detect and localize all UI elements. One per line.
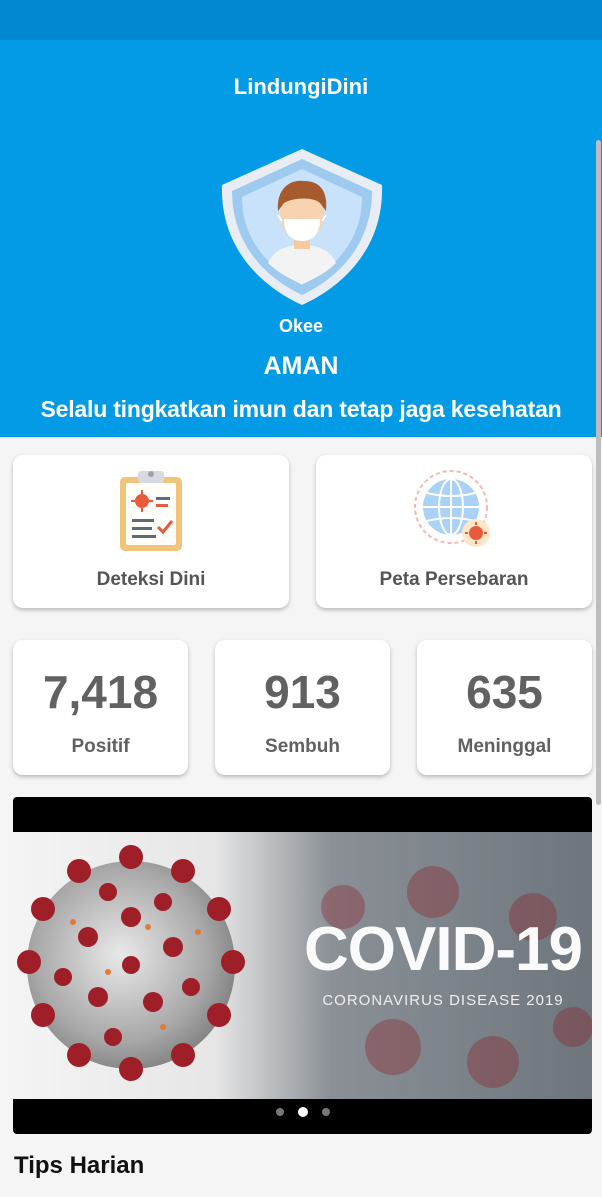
carousel-dot-active[interactable] xyxy=(297,1107,308,1117)
clipboard-virus-icon xyxy=(106,465,196,555)
stat-value: 7,418 xyxy=(42,666,159,718)
banner-subtitle: CORONAVIRUS DISEASE 2019 xyxy=(322,992,564,1009)
health-status: AMAN xyxy=(263,352,339,380)
stat-label: Sembuh xyxy=(265,736,340,757)
stat-label: Meninggal xyxy=(457,736,552,757)
stat-card-sembuh: 913 Sembuh xyxy=(215,640,390,775)
health-message: Selalu tingkatkan imun dan tetap jaga ke… xyxy=(40,396,562,422)
shield-avatar-icon xyxy=(216,145,388,307)
banner-title: COVID-19 xyxy=(304,915,583,984)
menu-label: Deteksi Dini xyxy=(96,569,206,590)
menu-label: Peta Persebaran xyxy=(379,569,529,590)
news-banner-carousel[interactable]: COVID-19 CORONAVIRUS DISEASE 2019 xyxy=(13,797,592,1134)
user-name: Okee xyxy=(278,316,324,336)
app-title: LindungiDini xyxy=(233,74,369,99)
carousel-dot[interactable] xyxy=(321,1108,330,1116)
globe-virus-icon xyxy=(409,465,499,555)
carousel-dot[interactable] xyxy=(275,1108,284,1116)
stat-label: Positif xyxy=(71,736,130,757)
peta-persebaran-button[interactable]: Peta Persebaran xyxy=(316,455,592,608)
scrollbar[interactable] xyxy=(596,140,601,805)
stat-value: 635 xyxy=(466,666,543,718)
deteksi-dini-button[interactable]: Deteksi Dini xyxy=(13,455,289,608)
status-bar xyxy=(0,0,602,40)
stat-card-positif: 7,418 Positif xyxy=(13,640,188,775)
stat-value: 913 xyxy=(264,666,341,718)
stat-card-meninggal: 635 Meninggal xyxy=(417,640,592,775)
carousel-indicator xyxy=(13,1103,592,1121)
tips-section-title: Tips Harian xyxy=(14,1152,145,1179)
